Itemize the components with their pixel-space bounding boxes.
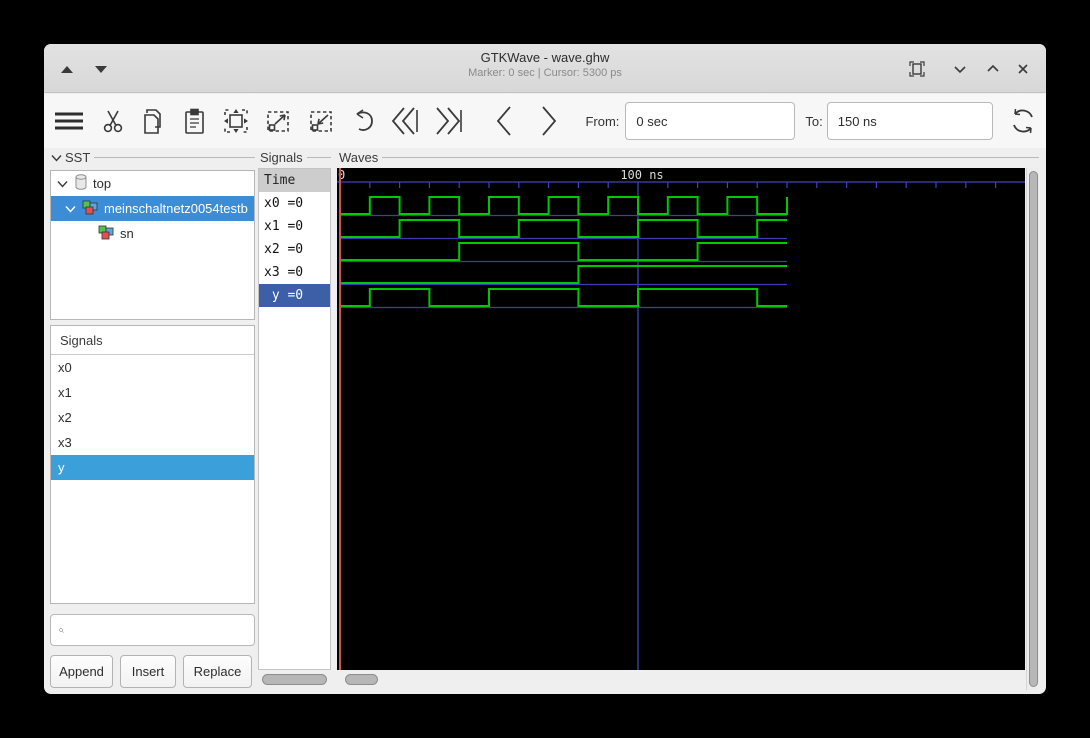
clipboard-icon	[184, 108, 204, 134]
tree-item-meinschaltnetz[interactable]: meinschaltnetz0054testb	[51, 196, 254, 221]
maximize-button[interactable]	[982, 58, 1004, 80]
wave-trace-x3	[340, 265, 787, 284]
zoom-undo-button[interactable]	[342, 104, 384, 138]
signal-item-y[interactable]: y	[51, 455, 254, 480]
chevron-up-icon	[987, 64, 999, 72]
to-input[interactable]	[826, 102, 993, 140]
wave-trace-x1	[340, 219, 787, 238]
replace-button[interactable]: Replace	[183, 655, 252, 688]
signal-search-box[interactable]	[50, 614, 255, 646]
marker-cursor-status: Marker: 0 sec | Cursor: 5300 ps	[468, 67, 622, 79]
expander-icon[interactable]	[57, 176, 68, 191]
fast-forward-icon	[436, 107, 463, 135]
window-title: GTKWave - wave.ghw	[480, 50, 610, 65]
fullscreen-icon	[909, 61, 925, 77]
waveform-plot: 0 100 ns	[337, 168, 1025, 670]
wave-name-row[interactable]: x1 =0	[259, 215, 330, 238]
waves-hscrollbar-thumb[interactable]	[345, 674, 378, 685]
zoom-out-icon	[267, 111, 289, 132]
sst-frame-label: SST	[51, 150, 255, 165]
signal-item-x3[interactable]: x3	[51, 430, 254, 455]
reload-icon	[1013, 108, 1034, 134]
wave-canvas[interactable]: 0 100 ns	[337, 168, 1025, 670]
paste-button[interactable]	[174, 104, 215, 138]
design-root-icon	[74, 174, 88, 193]
waves-vscrollbar[interactable]	[1026, 168, 1039, 690]
tree-item-sn[interactable]: sn	[51, 221, 254, 246]
wave-trace-x2	[340, 242, 787, 261]
go-to-end-button[interactable]	[426, 104, 469, 138]
wave-trace-y	[340, 288, 787, 307]
names-hscrollbar-thumb[interactable]	[262, 674, 327, 685]
chevron-left-icon	[496, 106, 511, 136]
wave-name-row[interactable]: x0 =0	[259, 192, 330, 215]
signal-item-x2[interactable]: x2	[51, 405, 254, 430]
sst-expander-icon[interactable]	[51, 150, 62, 165]
time-header: Time	[259, 169, 330, 192]
waves-vscrollbar-thumb[interactable]	[1029, 171, 1038, 687]
go-to-start-button[interactable]	[384, 104, 425, 138]
zoom-in-icon	[309, 111, 332, 132]
step-left-button[interactable]	[481, 104, 526, 138]
signal-item-x0[interactable]: x0	[51, 355, 254, 380]
signal-search-panel: Signals x0 x1 x2 x3 y	[50, 325, 255, 604]
copy-button[interactable]	[134, 104, 175, 138]
sst-tree-panel: top meinschaltnetz0054testb sn	[50, 170, 255, 320]
cut-button[interactable]	[93, 104, 134, 138]
zoom-in-button[interactable]	[299, 104, 341, 138]
undo-arrow-icon	[357, 108, 374, 131]
wave-name-row-selected[interactable]: y =0	[259, 284, 330, 307]
wave-name-row[interactable]: x2 =0	[259, 238, 330, 261]
zoom-fit-button[interactable]	[215, 104, 257, 138]
menu-button[interactable]	[44, 104, 93, 138]
wave-trace-x0	[340, 196, 788, 215]
tree-item-top[interactable]: top	[51, 171, 254, 196]
search-input[interactable]	[70, 622, 246, 638]
insert-button[interactable]: Insert	[120, 655, 176, 688]
fast-backward-icon	[391, 107, 418, 135]
menu-icon	[54, 112, 83, 130]
toolbar: From: To:	[44, 94, 1046, 148]
names-frame-label: Signals	[260, 150, 331, 165]
copy-icon	[143, 108, 161, 134]
waves-frame-label: Waves	[339, 150, 1039, 165]
module-icon	[98, 224, 115, 243]
wave-names-column: Time x0 =0 x1 =0 x2 =0 x3 =0 y =0	[258, 168, 331, 670]
chevron-down-icon	[954, 66, 966, 74]
signals-list-header: Signals	[51, 326, 254, 355]
from-input[interactable]	[625, 102, 796, 140]
module-icon	[82, 199, 99, 218]
fullscreen-button[interactable]	[906, 58, 928, 80]
append-button[interactable]: Append	[50, 655, 113, 688]
reload-button[interactable]	[1001, 104, 1046, 138]
gtkwave-window: GTKWave - wave.ghw Marker: 0 sec | Curso…	[44, 44, 1046, 694]
scissors-icon	[104, 110, 123, 133]
chevron-right-icon	[542, 106, 557, 136]
close-button[interactable]	[1012, 58, 1034, 80]
titlebar[interactable]: GTKWave - wave.ghw Marker: 0 sec | Curso…	[44, 44, 1046, 93]
zoom-out-full-button[interactable]	[257, 104, 299, 138]
search-icon	[59, 627, 64, 633]
minimize-button[interactable]	[949, 58, 971, 80]
svg-text:100 ns: 100 ns	[620, 168, 663, 182]
step-right-button[interactable]	[526, 104, 571, 138]
close-icon	[1018, 64, 1028, 74]
expander-icon[interactable]	[65, 201, 76, 216]
wave-name-row[interactable]: x3 =0	[259, 261, 330, 284]
signal-item-x1[interactable]: x1	[51, 380, 254, 405]
from-label: From:	[585, 113, 620, 129]
to-label: To:	[805, 113, 823, 129]
zoom-fit-icon	[223, 109, 248, 133]
